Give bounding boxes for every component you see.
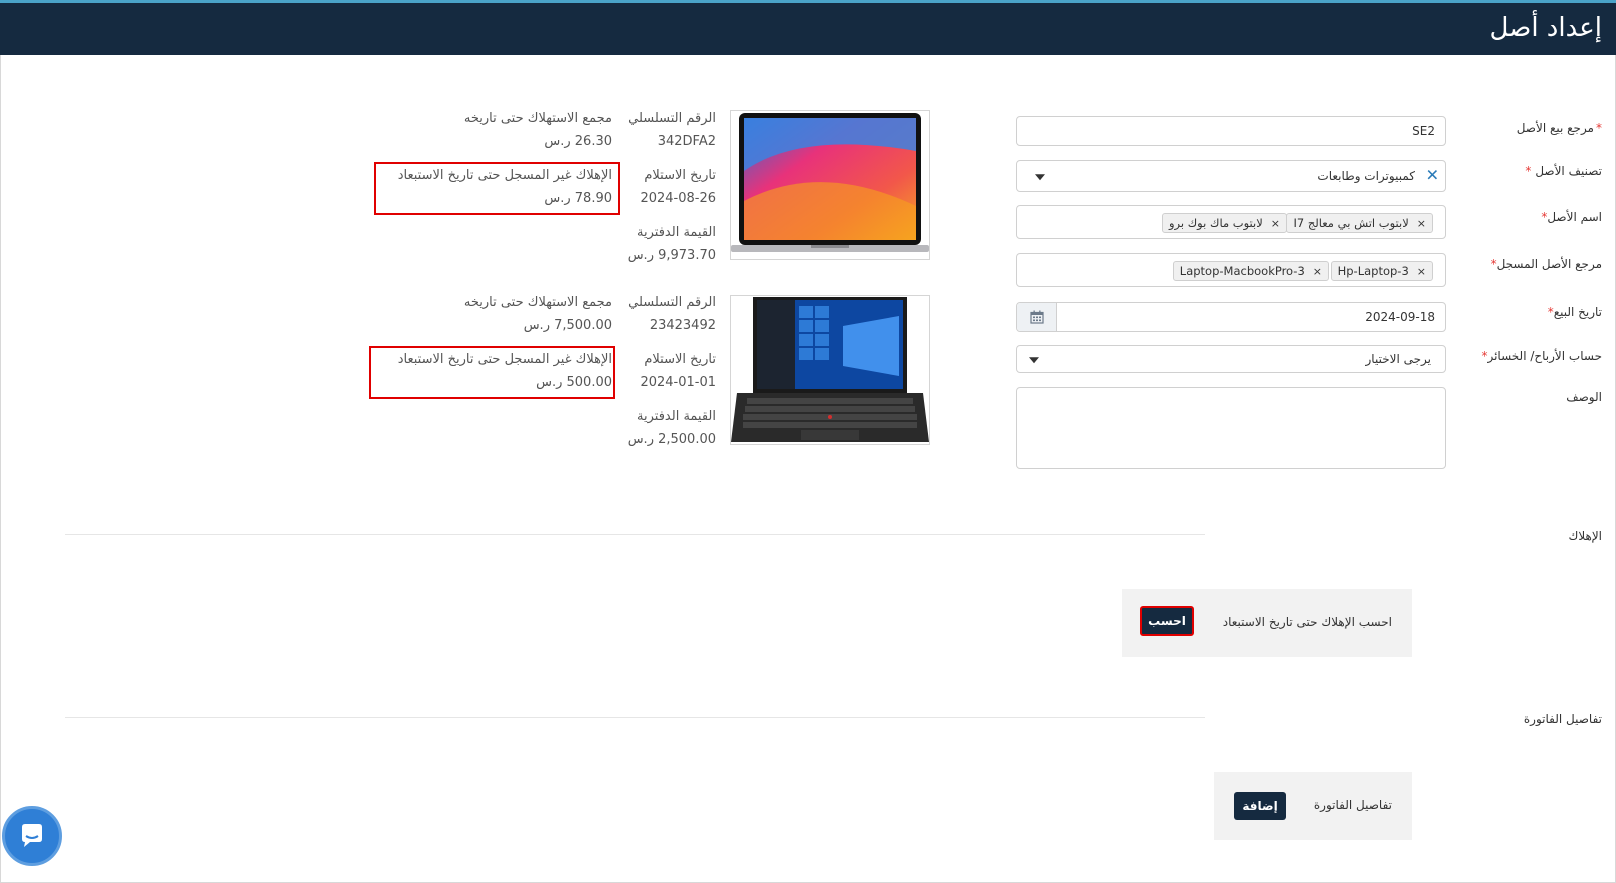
asset2-unregistered: الإهلاك غير المسجل حتى تاريخ الاستبعاد 5… [397, 352, 612, 390]
page-title: إعداد أصل [1489, 13, 1602, 43]
invoice-section-label: تفاصيل الفاتورة [1523, 712, 1602, 726]
asset1-received: تاريخ الاستلام 2024-08-26 [640, 168, 716, 206]
description-label: الوصف [1566, 390, 1602, 404]
pl-account-label: حساب الأرباح/ الخسائر* [1481, 349, 1602, 363]
depreciation-panel-text: احسب الإهلاك حتى تاريخ الاستبعاد [1222, 615, 1392, 629]
sale-date-label: تاريخ البيع* [1547, 305, 1602, 319]
asset1-accumulated: مجمع الاستهلاك حتى تاريخه 26.30 ر.س [463, 111, 612, 149]
calculate-button[interactable]: احسب [1140, 606, 1194, 636]
depreciation-section-label: الإهلاك [1568, 529, 1602, 543]
remove-tag-icon[interactable]: × [1271, 217, 1280, 230]
clear-icon[interactable]: ✕ [1426, 167, 1439, 184]
registered-ref-multiselect[interactable]: × Hp-Laptop-3 × Laptop-MacbookPro-3 [1016, 253, 1446, 287]
registered-ref-tag[interactable]: × Laptop-MacbookPro-3 [1172, 261, 1329, 281]
divider [65, 717, 1205, 718]
category-label: تصنيف الأصل* [1525, 164, 1602, 178]
calendar-icon [1029, 310, 1044, 324]
asset1-book-value: القيمة الدفترية 9,973.70 ر.س [627, 225, 716, 263]
page-header: إعداد أصل [0, 3, 1616, 55]
sale-ref-label: *مرجع بيع الأصل [1516, 121, 1602, 135]
asset1-unregistered: الإهلاك غير المسجل حتى تاريخ الاستبعاد 7… [397, 168, 612, 206]
thinkpad-image [730, 295, 930, 445]
registered-ref-tag[interactable]: × Hp-Laptop-3 [1330, 261, 1433, 281]
remove-tag-icon[interactable]: × [1417, 265, 1426, 278]
chevron-down-icon[interactable] [1035, 174, 1045, 181]
invoice-panel: تفاصيل الفاتورة إضافة [1214, 772, 1412, 840]
registered-ref-label: مرجع الأصل المسجل* [1490, 257, 1602, 271]
pl-account-select[interactable]: يرجى الاختيار [1016, 345, 1446, 373]
calendar-button[interactable] [1017, 303, 1057, 331]
asset-name-multiselect[interactable]: × لابتوب اتش بي معالج I7 × لابتوب ماك بوك … [1016, 205, 1446, 239]
asset-name-label: اسم الأصل* [1541, 210, 1602, 224]
sale-ref-input[interactable]: SE2 [1016, 116, 1446, 146]
chat-icon [22, 824, 42, 847]
remove-tag-icon[interactable]: × [1313, 265, 1322, 278]
asset1-serial: الرقم التسلسلي 342DFA2 [628, 111, 716, 149]
invoice-panel-text: تفاصيل الفاتورة [1313, 798, 1392, 812]
asset-name-tag[interactable]: × لابتوب ماك بوك برو [1161, 213, 1287, 233]
remove-tag-icon[interactable]: × [1417, 217, 1426, 230]
asset2-serial: الرقم التسلسلي 23423492 [628, 295, 716, 333]
asset-name-tag[interactable]: × لابتوب اتش بي معالج I7 [1286, 213, 1433, 233]
asset2-accumulated: مجمع الاستهلاك حتى تاريخه 7,500.00 ر.س [463, 295, 612, 333]
macbook-image [730, 110, 930, 260]
depreciation-panel: احسب الإهلاك حتى تاريخ الاستبعاد احسب [1122, 589, 1412, 657]
chevron-down-icon[interactable] [1029, 357, 1039, 364]
asset2-received: تاريخ الاستلام 2024-01-01 [640, 352, 716, 390]
asset2-book-value: القيمة الدفترية 2,500.00 ر.س [627, 409, 716, 447]
description-textarea[interactable] [1016, 387, 1446, 469]
category-select[interactable]: ✕ كمبيوترات وطابعات [1016, 160, 1446, 192]
divider [65, 534, 1205, 535]
chat-button[interactable] [2, 806, 62, 866]
sale-date-input[interactable]: 2024-09-18 [1016, 302, 1446, 332]
add-invoice-button[interactable]: إضافة [1234, 792, 1286, 820]
